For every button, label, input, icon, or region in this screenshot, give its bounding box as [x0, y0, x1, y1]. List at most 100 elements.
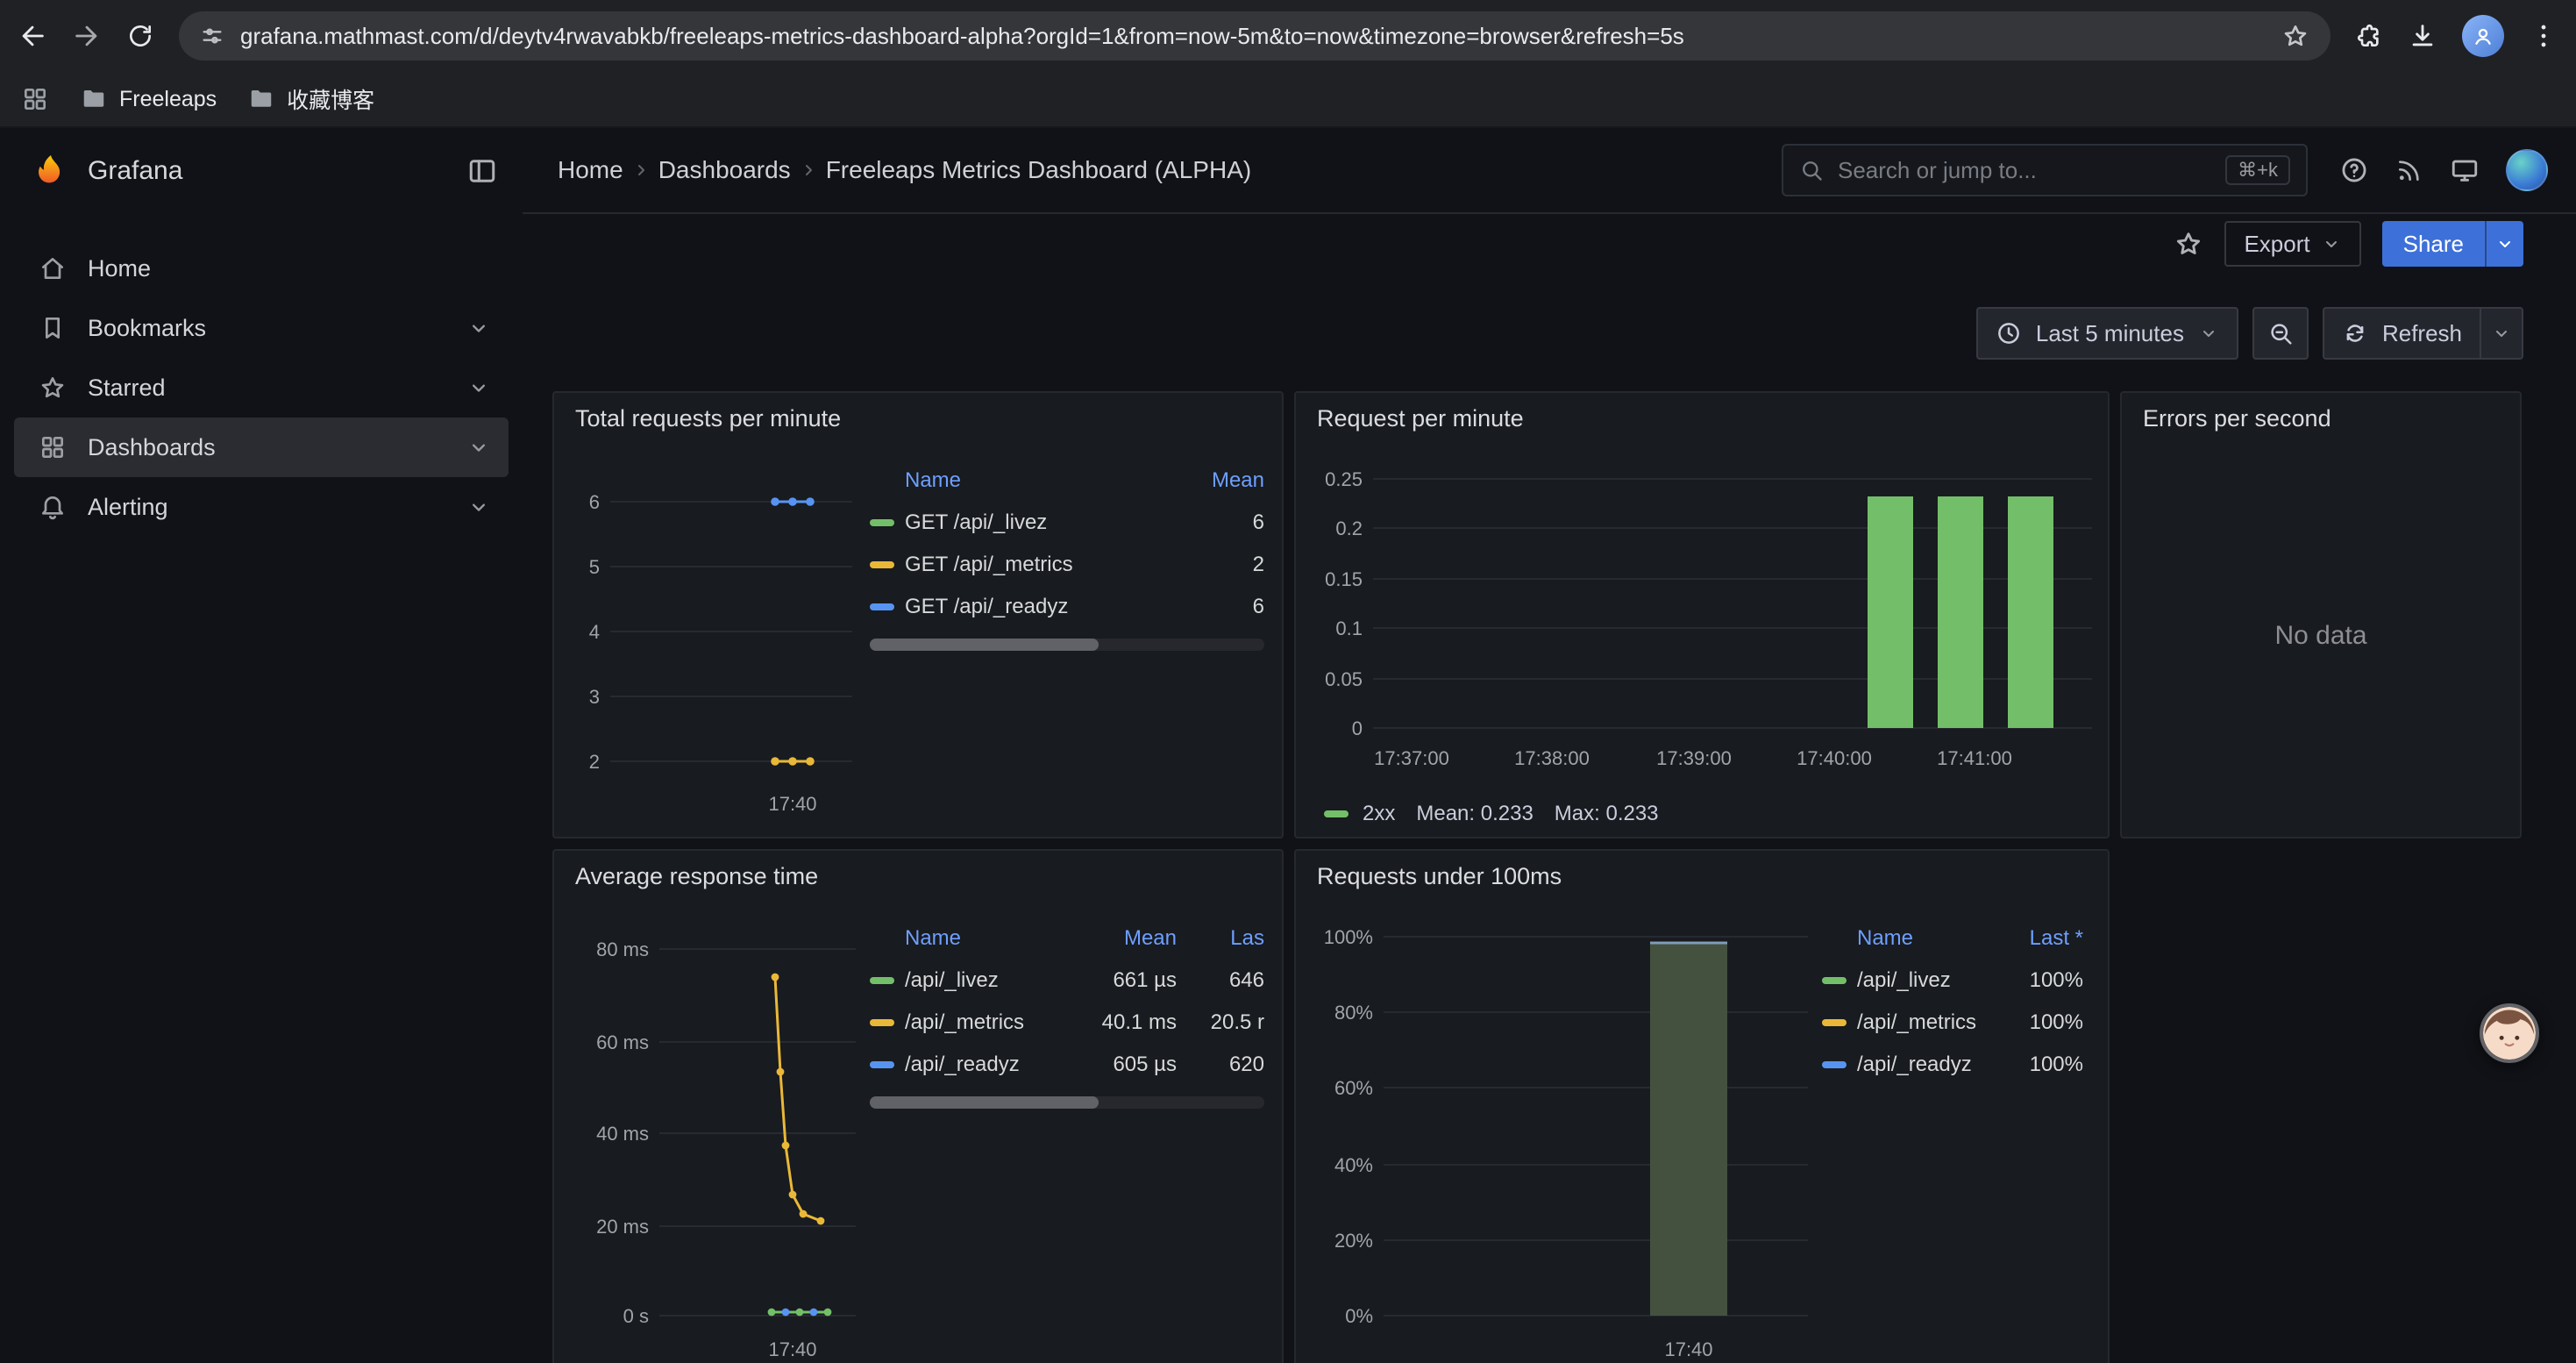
grafana-brand[interactable]: Grafana — [88, 156, 182, 186]
legend-col-name[interactable]: Name — [905, 926, 1068, 951]
series-mean: 6 — [1194, 595, 1264, 619]
browser-profile-avatar[interactable] — [2462, 15, 2504, 57]
favorite-star-icon[interactable] — [2174, 229, 2203, 259]
legend-scrollbar[interactable] — [870, 1096, 1264, 1109]
series-name[interactable]: /api/_metrics — [1857, 1010, 2003, 1035]
legend-scrollbar[interactable] — [870, 639, 1264, 651]
series-name[interactable]: GET /api/_livez — [905, 510, 1184, 535]
export-button[interactable]: Export — [2224, 221, 2360, 267]
y-tick: 0 — [1352, 717, 1363, 739]
series-name[interactable]: /api/_readyz — [1857, 1053, 2003, 1077]
series-last: 620 — [1187, 1053, 1264, 1077]
browser-menu-icon[interactable] — [2529, 21, 2558, 51]
zoom-out-button[interactable] — [2252, 307, 2309, 360]
monitor-icon[interactable] — [2450, 155, 2480, 185]
panel-title[interactable]: Requests under 100ms — [1317, 863, 1562, 890]
apps-grid-icon[interactable] — [21, 85, 49, 113]
no-data-message: No data — [2122, 435, 2520, 837]
search-input[interactable] — [1838, 157, 2211, 184]
bookmark-label: Freeleaps — [119, 87, 217, 112]
news-rss-icon[interactable] — [2395, 156, 2423, 184]
series-name[interactable]: /api/_livez — [905, 968, 1068, 993]
legend-col-name[interactable]: Name — [905, 468, 1184, 493]
sidebar-item-alerting[interactable]: Alerting — [14, 477, 509, 537]
y-tick: 0.2 — [1335, 517, 1363, 539]
panel-errors-per-second: Errors per second No data — [2120, 391, 2522, 838]
address-bar[interactable]: grafana.mathmast.com/d/deytv4rwavabkb/fr… — [179, 11, 2330, 61]
browser-back-icon[interactable] — [18, 21, 47, 51]
folder-icon — [81, 86, 107, 112]
under-100ms-chart[interactable]: 100% 80% 60% 40% 20% 0% 17:40 — [1306, 896, 1815, 1363]
empty-cell — [2120, 849, 2522, 1363]
export-label: Export — [2244, 231, 2309, 258]
grafana-flame-icon[interactable] — [32, 152, 70, 190]
search-box[interactable]: ⌘+k — [1782, 144, 2308, 196]
refresh-interval-button[interactable] — [2481, 307, 2523, 360]
legend-row: /api/_readyz 605 µs 620 — [870, 1044, 1264, 1086]
refresh-button[interactable]: Refresh — [2323, 307, 2481, 360]
requests-per-minute-chart[interactable]: 0.25 0.2 0.15 0.1 0.05 0 17:37:00 17:38:… — [1306, 439, 2099, 798]
sidebar-item-home[interactable]: Home — [14, 239, 509, 298]
legend-col-last[interactable]: Last * — [2013, 926, 2083, 951]
series-last: 20.5 r — [1187, 1010, 1264, 1035]
total-requests-chart[interactable]: 6 5 4 3 2 17:40 — [561, 439, 863, 821]
dashboards-grid-icon — [39, 433, 67, 461]
series-swatch — [1822, 1019, 1847, 1026]
y-tick: 40 ms — [596, 1123, 649, 1145]
panel-avg-response-time: Average response time 80 ms 60 ms 40 ms … — [552, 849, 1284, 1363]
chevron-right-icon — [630, 160, 651, 181]
dashboard-main: Export Share Last 5 minutes — [523, 214, 2576, 1363]
time-range-picker[interactable]: Last 5 minutes — [1976, 307, 2238, 360]
panel-requests-under-100ms: Requests under 100ms 100% 80% 60% 40% 20… — [1294, 849, 2110, 1363]
x-tick: 17:40 — [768, 1338, 816, 1360]
avg-response-chart[interactable]: 80 ms 60 ms 40 ms 20 ms 0 s 17:40 — [561, 896, 863, 1363]
panel-title[interactable]: Total requests per minute — [575, 405, 841, 432]
site-settings-icon[interactable] — [200, 24, 224, 48]
chevron-down-icon[interactable] — [466, 316, 491, 340]
panel-title[interactable]: Request per minute — [1317, 405, 1524, 432]
share-menu-button[interactable] — [2485, 221, 2523, 267]
x-tick: 17:40 — [1664, 1338, 1712, 1360]
share-button[interactable]: Share — [2382, 221, 2485, 267]
url-text[interactable]: grafana.mathmast.com/d/deytv4rwavabkb/fr… — [240, 23, 2266, 50]
bookmark-folder-freeleaps[interactable]: Freeleaps — [81, 86, 217, 112]
x-tick: 17:41:00 — [1937, 747, 2012, 769]
legend-col-mean[interactable]: Mean — [1078, 926, 1177, 951]
legend-row: GET /api/_readyz 6 — [870, 586, 1264, 628]
clock-icon — [1996, 320, 2022, 346]
scrollbar-thumb[interactable] — [870, 1096, 1099, 1109]
time-toolbar: Last 5 minutes Refresh — [523, 305, 2576, 361]
sidebar-item-bookmarks[interactable]: Bookmarks — [14, 298, 509, 358]
series-name[interactable]: /api/_readyz — [905, 1053, 1068, 1077]
panel-title[interactable]: Errors per second — [2143, 405, 2331, 432]
legend-col-name[interactable]: Name — [1857, 926, 2003, 951]
chevron-down-icon[interactable] — [466, 435, 491, 460]
chevron-down-icon[interactable] — [466, 375, 491, 400]
series-name[interactable]: 2xx — [1363, 802, 1395, 826]
legend-col-last[interactable]: Las — [1187, 926, 1264, 951]
floating-profile-avatar[interactable] — [2480, 1003, 2539, 1063]
bookmark-star-icon[interactable] — [2281, 22, 2309, 50]
series-name[interactable]: /api/_metrics — [905, 1010, 1068, 1035]
series-name[interactable]: GET /api/_readyz — [905, 595, 1184, 619]
chevron-down-icon[interactable] — [466, 495, 491, 519]
user-avatar[interactable] — [2506, 149, 2548, 191]
sidebar-item-dashboards[interactable]: Dashboards — [14, 417, 509, 477]
help-icon[interactable] — [2339, 155, 2369, 185]
series-swatch — [870, 1019, 894, 1026]
series-name[interactable]: GET /api/_metrics — [905, 553, 1184, 577]
downloads-icon[interactable] — [2408, 21, 2437, 51]
browser-reload-icon[interactable] — [126, 22, 154, 50]
bookmark-folder-blogs[interactable]: 收藏博客 — [248, 83, 374, 115]
sidebar-item-starred[interactable]: Starred — [14, 358, 509, 417]
breadcrumb-home[interactable]: Home — [558, 156, 623, 184]
x-tick: 17:37:00 — [1374, 747, 1449, 769]
dock-sidebar-icon[interactable] — [466, 155, 498, 187]
panel-title[interactable]: Average response time — [575, 863, 818, 890]
series-name[interactable]: /api/_livez — [1857, 968, 2003, 993]
extensions-icon[interactable] — [2355, 22, 2383, 50]
legend-col-mean[interactable]: Mean — [1194, 468, 1264, 493]
breadcrumb-dashboards[interactable]: Dashboards — [658, 156, 791, 184]
browser-forward-icon[interactable] — [72, 21, 102, 51]
scrollbar-thumb[interactable] — [870, 639, 1099, 651]
